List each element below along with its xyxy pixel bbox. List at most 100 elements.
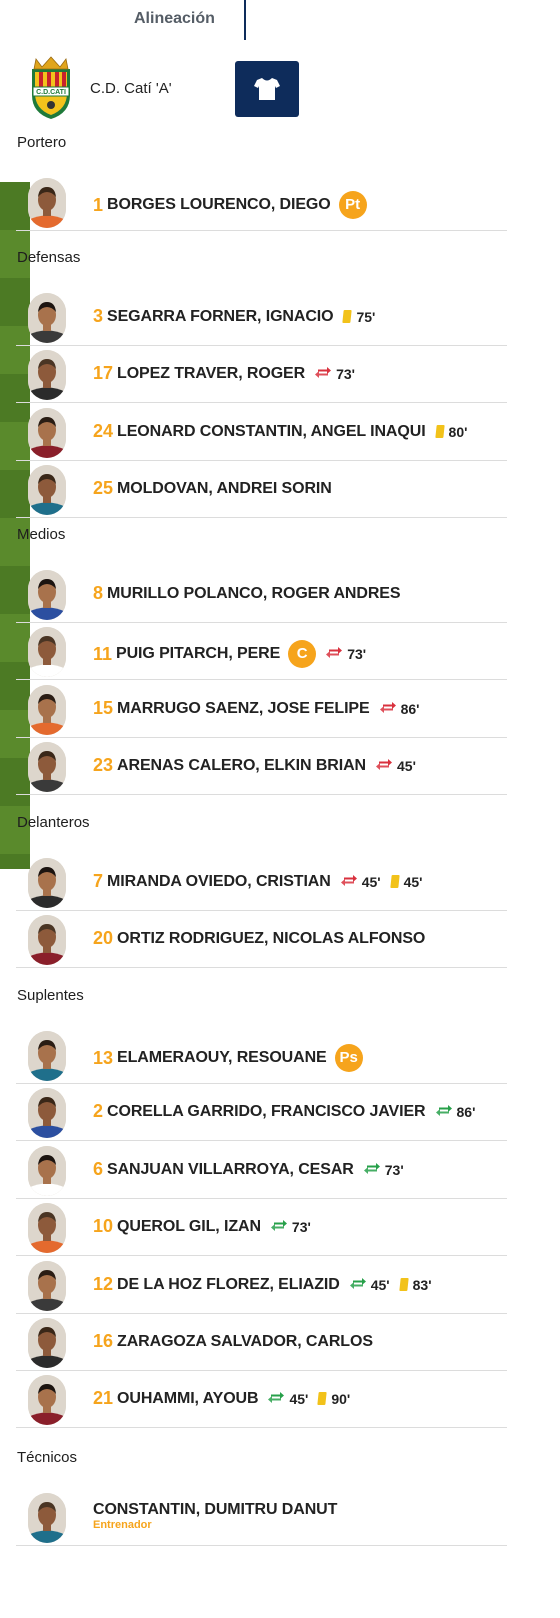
player-row[interactable]: 13 ELAMERAOUY, RESOUANE Ps <box>16 1028 507 1084</box>
player-avatar <box>28 465 66 515</box>
section-title-substitutes: Suplentes <box>17 987 84 1004</box>
player-row[interactable]: 23 ARENAS CALERO, ELKIN BRIAN 45' <box>16 739 507 795</box>
player-info: 11 PUIG PITARCH, PERE C 73' <box>93 640 366 668</box>
match-event: 73' <box>315 366 355 382</box>
event-minute: 45' <box>403 873 423 890</box>
event-minute: 73' <box>347 646 367 662</box>
player-number: 20 <box>93 928 114 948</box>
substitution-out-icon <box>315 366 332 382</box>
player-row[interactable]: 8 MURILLO POLANCO, ROGER ANDRES <box>16 567 507 623</box>
player-avatar <box>28 1375 66 1425</box>
player-name: MURILLO POLANCO, ROGER ANDRES <box>107 584 401 602</box>
player-avatar <box>28 350 66 400</box>
player-name: BORGES LOURENCO, DIEGO <box>107 196 331 213</box>
match-event: 80' <box>434 423 468 440</box>
player-number: 1 <box>93 194 104 215</box>
yellow-card-icon <box>398 1278 409 1291</box>
section-title-coaches: Técnicos <box>17 1449 78 1466</box>
player-row[interactable]: 11 PUIG PITARCH, PERE C 73' <box>16 624 507 680</box>
player-info: 13 ELAMERAOUY, RESOUANE Ps <box>93 1044 363 1072</box>
player-name: SEGARRA FORNER, IGNACIO <box>107 307 334 325</box>
event-minute: 73' <box>384 1161 404 1178</box>
event-minute: 73' <box>336 365 355 382</box>
player-avatar <box>28 685 66 735</box>
player-row[interactable]: 21 OUHAMMI, AYOUB 45' 90' <box>16 1372 507 1428</box>
event-minute: 80' <box>448 423 468 440</box>
player-name: DE LA HOZ FLOREZ, ELIAZID <box>117 1275 340 1293</box>
event-minute: 45' <box>397 757 416 774</box>
match-event: 45' <box>268 1391 308 1407</box>
match-event: 86' <box>379 700 420 717</box>
team-header: C.D.CATI C.D. Catí 'A' <box>24 55 299 121</box>
player-row[interactable]: 6 SANJUAN VILLARROYA, CESAR 73' <box>16 1143 507 1199</box>
player-row[interactable]: 12 DE LA HOZ FLOREZ, ELIAZID 45' 83' <box>16 1258 507 1314</box>
player-number: 15 <box>93 698 114 718</box>
match-event: 73' <box>363 1161 404 1178</box>
match-event: 86' <box>435 1104 475 1120</box>
player-row[interactable]: 20 ORTIZ RODRIGUEZ, NICOLAS ALFONSO <box>16 912 507 968</box>
player-row[interactable]: 1 BORGES LOURENCO, DIEGO Pt <box>16 175 507 231</box>
player-row[interactable]: 24 LEONARD CONSTANTIN, ANGEL INAQUI 80' <box>16 405 507 461</box>
player-role-badge: C <box>288 640 317 668</box>
player-number: 11 <box>93 643 113 664</box>
player-info: 16 ZARAGOZA SALVADOR, CARLOS <box>93 1331 373 1352</box>
player-name: MIRANDA OVIEDO, CRISTIAN <box>107 872 331 890</box>
player-info: 15 MARRUGO SAENZ, JOSE FELIPE 86' <box>93 698 419 719</box>
player-number: 25 <box>93 478 114 498</box>
player-number: 3 <box>93 306 104 326</box>
event-minute: 75' <box>356 308 376 325</box>
substitution-out-icon <box>340 874 357 890</box>
team-shirt-button[interactable] <box>235 61 299 117</box>
event-minute: 83' <box>412 1276 432 1293</box>
player-row[interactable]: 7 MIRANDA OVIEDO, CRISTIAN 45' 45' <box>16 855 507 911</box>
player-info: 6 SANJUAN VILLARROYA, CESAR 73' <box>93 1159 404 1180</box>
player-avatar <box>28 742 66 792</box>
player-avatar <box>28 1088 66 1138</box>
substitution-in-icon <box>435 1104 452 1120</box>
player-avatar <box>28 1493 66 1543</box>
player-avatar <box>28 1203 66 1253</box>
player-avatar <box>28 627 66 677</box>
player-info: 25 MOLDOVAN, ANDREI SORIN <box>93 478 332 499</box>
event-minute: 86' <box>400 700 420 717</box>
yellow-card-icon <box>389 875 400 888</box>
player-number: 10 <box>93 1216 114 1236</box>
player-row[interactable]: 25 MOLDOVAN, ANDREI SORIN <box>16 462 507 518</box>
player-row[interactable]: 2 CORELLA GARRIDO, FRANCISCO JAVIER 86' <box>16 1085 507 1141</box>
player-row[interactable]: 10 QUEROL GIL, IZAN 73' <box>16 1200 507 1256</box>
player-avatar <box>28 915 66 965</box>
player-name: OUHAMMI, AYOUB <box>117 1389 259 1407</box>
player-number: 24 <box>93 421 114 441</box>
substitution-out-icon <box>326 646 343 662</box>
player-number: 21 <box>93 1388 114 1408</box>
event-minute: 45' <box>370 1276 390 1293</box>
coach-row[interactable]: CONSTANTIN, DUMITRU DANUT Entrenador <box>16 1490 507 1546</box>
player-row[interactable]: 3 SEGARRA FORNER, IGNACIO 75' <box>16 290 507 346</box>
player-info: 3 SEGARRA FORNER, IGNACIO 75' <box>93 306 375 327</box>
player-row[interactable]: 17 LOPEZ TRAVER, ROGER 73' <box>16 347 507 403</box>
player-role-badge: Ps <box>334 1044 363 1072</box>
player-role-badge: Pt <box>338 191 367 219</box>
tab-lineup[interactable]: Alineación <box>118 0 246 40</box>
coach-role: Entrenador <box>93 1519 152 1531</box>
player-avatar <box>28 1318 66 1368</box>
match-event: 45' <box>389 873 423 890</box>
match-event: 73' <box>270 1219 311 1235</box>
player-name: ELAMERAOUY, RESOUANE <box>117 1049 327 1066</box>
player-info: 8 MURILLO POLANCO, ROGER ANDRES <box>93 583 401 604</box>
coach-info: CONSTANTIN, DUMITRU DANUT Entrenador <box>93 1501 337 1531</box>
player-info: 21 OUHAMMI, AYOUB 45' 90' <box>93 1388 350 1409</box>
team-crest-icon: C.D.CATI <box>32 56 70 119</box>
player-row[interactable]: 16 ZARAGOZA SALVADOR, CARLOS <box>16 1315 507 1371</box>
player-number: 16 <box>93 1331 114 1351</box>
coach-name: CONSTANTIN, DUMITRU DANUT <box>93 1501 338 1518</box>
yellow-card-icon <box>342 310 353 323</box>
player-name: LOPEZ TRAVER, ROGER <box>117 364 306 382</box>
player-name: LEONARD CONSTANTIN, ANGEL INAQUI <box>117 422 426 440</box>
player-row[interactable]: 15 MARRUGO SAENZ, JOSE FELIPE 86' <box>16 682 507 738</box>
match-event: 90' <box>317 1391 350 1407</box>
player-number: 23 <box>93 755 114 775</box>
player-name: ARENAS CALERO, ELKIN BRIAN <box>117 756 366 774</box>
player-name: QUEROL GIL, IZAN <box>117 1217 261 1235</box>
player-info: 20 ORTIZ RODRIGUEZ, NICOLAS ALFONSO <box>93 928 425 949</box>
